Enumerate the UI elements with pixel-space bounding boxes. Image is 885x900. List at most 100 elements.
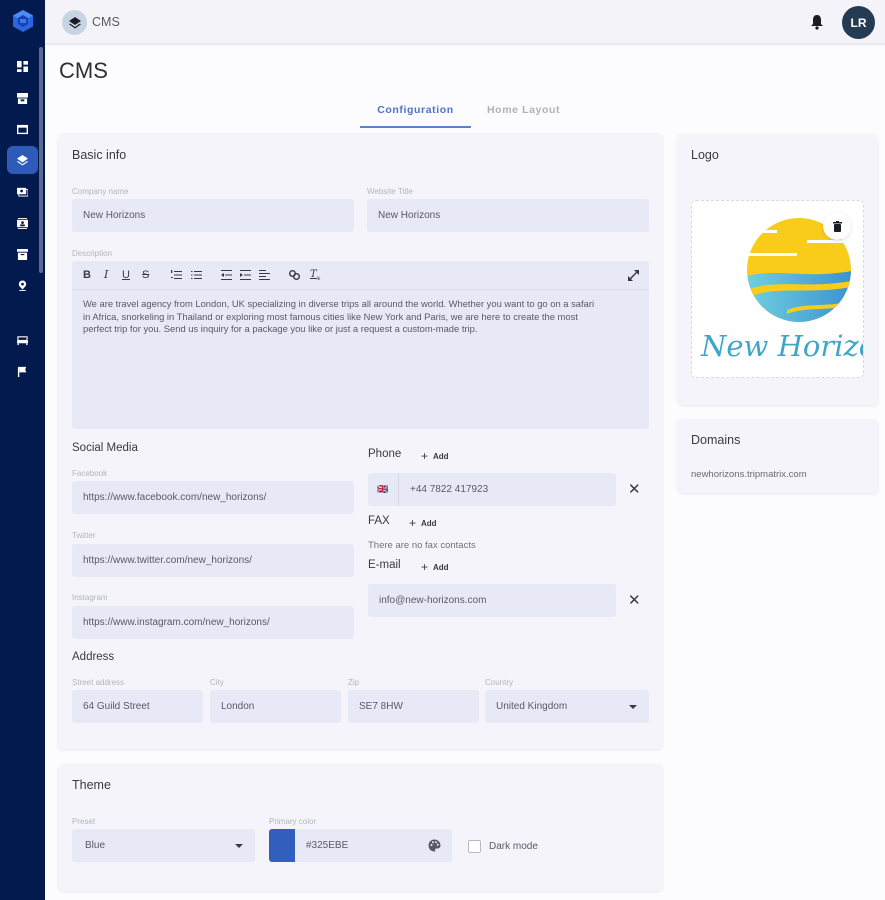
domains-card [677, 419, 878, 493]
phone-heading: Phone [368, 448, 402, 460]
instagram-input[interactable]: https://www.instagram.com/new_horizons/ [72, 606, 354, 639]
sidebar-item-hotels[interactable] [7, 326, 38, 354]
delete-logo-button[interactable] [823, 212, 851, 240]
fax-heading: FAX [368, 515, 390, 527]
instagram-label: Instagram [72, 593, 108, 602]
sidebar-item-dashboard[interactable] [7, 52, 38, 80]
ordered-list-icon[interactable] [171, 270, 182, 280]
browser-icon [17, 124, 28, 134]
tabs: Configuration Home Layout [360, 98, 560, 128]
add-phone-button[interactable]: + Add [421, 448, 449, 463]
sidebar-scrollbar[interactable] [39, 47, 43, 273]
expand-icon[interactable] [627, 269, 640, 282]
twitter-input[interactable]: https://www.twitter.com/new_horizons/ [72, 544, 354, 577]
trash-icon [832, 220, 842, 232]
remove-phone-icon[interactable]: ✕ [628, 480, 641, 498]
notifications-bell-icon[interactable] [810, 14, 824, 30]
strikethrough-button[interactable]: S [142, 269, 149, 281]
layers-icon [17, 154, 28, 166]
sidebar-item-locations[interactable] [7, 271, 38, 299]
address-heading: Address [72, 651, 115, 663]
link-icon[interactable] [289, 270, 300, 280]
description-label: Description [72, 249, 113, 258]
bullet-list-icon[interactable] [191, 270, 202, 280]
sidebar-item-payments[interactable] [7, 177, 38, 205]
description-text[interactable]: We are travel agency from London, UK spe… [72, 290, 649, 344]
plus-icon: + [421, 449, 429, 463]
brand-logo-icon[interactable] [11, 9, 35, 33]
facebook-input[interactable]: https://www.facebook.com/new_horizons/ [72, 481, 354, 514]
layers-icon [68, 16, 81, 28]
add-fax-button[interactable]: + Add [409, 515, 437, 530]
underline-button[interactable]: U [122, 269, 130, 281]
user-avatar[interactable]: LR [842, 6, 875, 39]
description-line: We are travel agency from London, UK spe… [83, 298, 595, 309]
domain-item[interactable]: newhorizons.tripmatrix.com [691, 469, 807, 480]
sidebar-item-inventory[interactable] [7, 84, 38, 112]
palette-icon[interactable] [428, 839, 441, 852]
preset-label: Preset [72, 817, 96, 826]
theme-title: Theme [72, 778, 111, 792]
logo-text: New Horizons [701, 329, 863, 363]
website-title-input[interactable]: New Horizons [367, 199, 649, 232]
primary-color-value: #325EBE [306, 840, 349, 851]
dark-mode-label: Dark mode [489, 841, 538, 852]
sidebar [0, 0, 45, 900]
color-swatch[interactable] [269, 829, 295, 862]
plus-icon: + [409, 516, 417, 530]
twitter-label: Twitter [72, 531, 96, 540]
sidebar-item-contacts[interactable] [7, 209, 38, 237]
facebook-label: Facebook [72, 469, 108, 478]
hotel-bed-icon [17, 335, 28, 345]
uk-flag-icon[interactable]: 🇬🇧 [368, 473, 399, 506]
sidebar-item-browser[interactable] [7, 115, 38, 143]
add-label: Add [433, 452, 449, 461]
preset-select[interactable]: Blue [72, 829, 255, 862]
theme-card [58, 764, 663, 891]
inventory-icon [17, 92, 28, 104]
indent-increase-icon[interactable] [240, 270, 251, 280]
breadcrumb[interactable]: CMS [92, 15, 120, 29]
primary-color-field[interactable]: #325EBE [269, 829, 452, 862]
domains-title: Domains [691, 433, 741, 447]
country-select[interactable]: United Kingdom [485, 690, 649, 723]
social-media-heading: Social Media [72, 442, 138, 454]
contacts-icon [17, 217, 28, 229]
location-pin-icon [18, 279, 27, 291]
tab-configuration[interactable]: Configuration [360, 98, 471, 128]
italic-button[interactable]: I [104, 269, 108, 281]
top-bar: CMS LR [45, 0, 885, 45]
align-left-icon[interactable] [259, 270, 270, 280]
street-input[interactable]: 64 Guild Street [72, 690, 203, 723]
bold-button[interactable]: B [83, 269, 91, 281]
company-name-label: Company name [72, 187, 129, 196]
add-email-button[interactable]: + Add [421, 559, 449, 574]
city-input[interactable]: London [210, 690, 341, 723]
primary-color-label: Primary color [269, 817, 317, 826]
clear-format-icon[interactable]: Tx [310, 269, 320, 285]
page-title: CMS [59, 58, 108, 83]
logo-title: Logo [691, 148, 719, 162]
editor-toolbar: B I U S Tx [72, 261, 649, 290]
sidebar-item-archive[interactable] [7, 240, 38, 268]
website-title-label: Website Title [367, 187, 413, 196]
tab-home-layout[interactable]: Home Layout [487, 98, 560, 128]
email-input[interactable]: info@new-horizons.com [368, 584, 616, 617]
phone-input[interactable]: 🇬🇧 +44 7822 417923 [368, 473, 616, 506]
sidebar-item-cms[interactable] [7, 146, 38, 174]
breadcrumb-icon[interactable] [62, 10, 87, 35]
zip-input[interactable]: SE7 8HW [348, 690, 479, 723]
zip-label: Zip [348, 678, 360, 687]
indent-decrease-icon[interactable] [221, 270, 232, 280]
street-label: Street address [72, 678, 125, 687]
description-editor[interactable]: B I U S Tx We are travel agency from Lon… [72, 261, 649, 429]
dark-mode-checkbox[interactable] [468, 840, 481, 853]
sidebar-item-flags[interactable] [7, 357, 38, 385]
basic-info-title: Basic info [72, 148, 127, 162]
remove-email-icon[interactable]: ✕ [628, 591, 641, 609]
description-line: perfect trip for you. Send us inquiry fo… [83, 323, 478, 334]
company-name-input[interactable]: New Horizons [72, 199, 354, 232]
payments-icon [17, 187, 28, 197]
add-label: Add [421, 519, 437, 528]
flag-icon [17, 366, 27, 377]
